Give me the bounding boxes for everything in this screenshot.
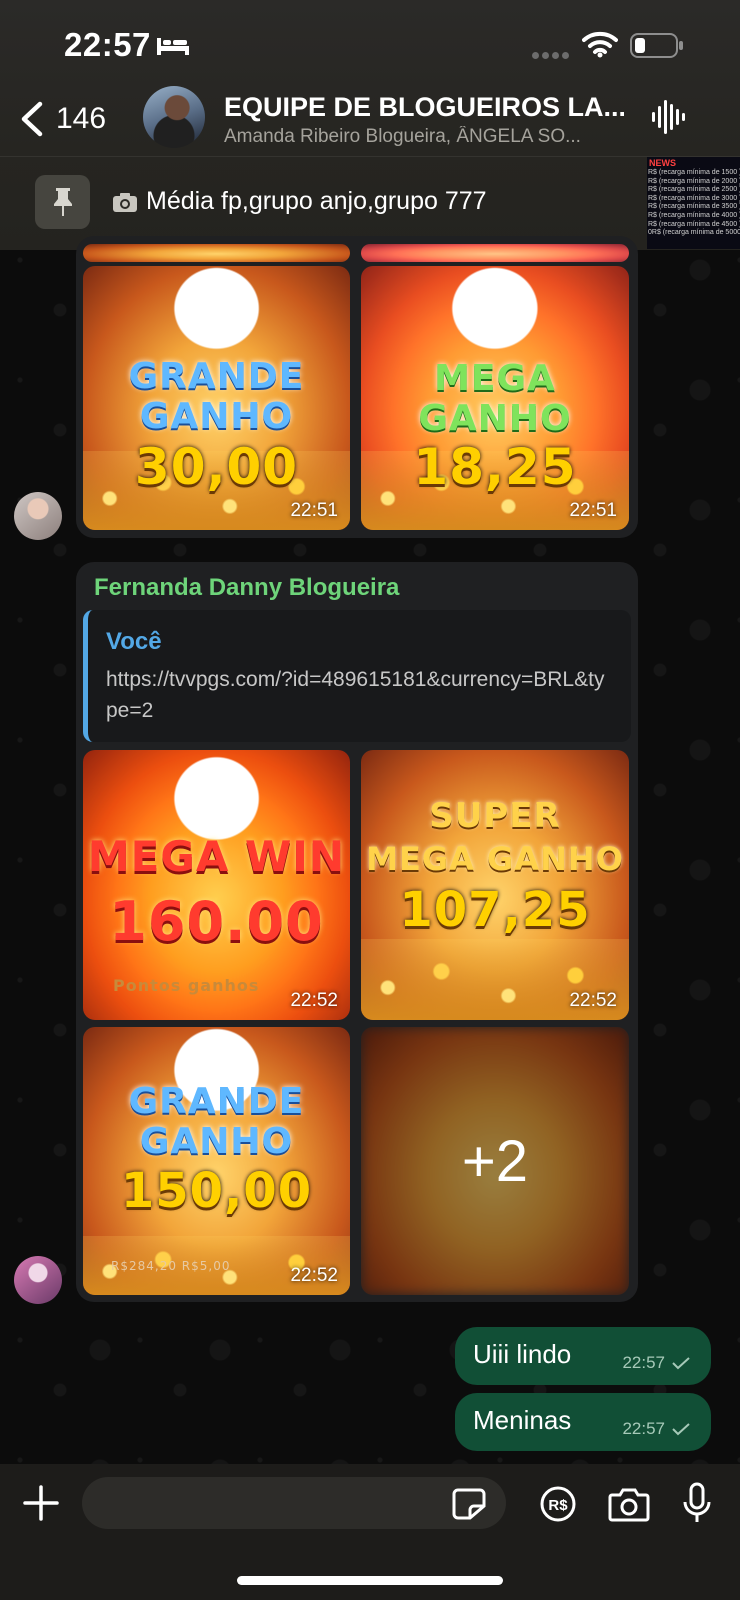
media-thumb[interactable]: GRANDE GANHO 150,00 R$284,20 R$5,00 22:5… xyxy=(83,1027,350,1295)
header-nav: 146 EQUIPE DE BLOGUEIROS LA... Amanda Ri… xyxy=(0,86,740,152)
media-album-bubble: GRANDE GANHO 30,00 22:51 MEGA GANHO 18,2… xyxy=(76,236,638,538)
status-bar: 22:57 xyxy=(0,0,740,90)
media-thumb[interactable]: MEGA GANHO 18,25 22:51 xyxy=(361,266,629,530)
reply-album-bubble: Fernanda Danny Blogueira Você https://tv… xyxy=(76,562,638,1302)
message-text: Uiii lindo xyxy=(473,1339,572,1369)
sender-name[interactable]: Fernanda Danny Blogueira xyxy=(94,574,399,602)
thumb-title: NEWS xyxy=(649,158,676,168)
check-icon xyxy=(672,1357,690,1370)
media-time: 22:52 xyxy=(290,990,338,1011)
outgoing-message[interactable]: Uiii lindo 22:57 xyxy=(455,1327,711,1385)
wifi-icon xyxy=(582,31,618,58)
media-thumb-more[interactable]: +2 xyxy=(361,1027,629,1295)
home-indicator[interactable] xyxy=(237,1576,503,1585)
quoted-message[interactable]: Você https://tvvpgs.com/?id=489615181&cu… xyxy=(83,610,631,742)
media-thumb[interactable]: GRANDE GANHO 30,00 22:51 xyxy=(83,266,350,530)
pinned-message-bar[interactable]: Média fp,grupo anjo,grupo 777 NEWS R$ (r… xyxy=(0,156,740,249)
pinned-thumbnail: NEWS R$ (recarga mínima de 1500 ) R$ (re… xyxy=(647,157,740,249)
sticker-icon[interactable] xyxy=(452,1488,486,1520)
camera-icon[interactable] xyxy=(608,1486,650,1522)
camera-icon xyxy=(113,192,137,212)
message-time: 22:57 xyxy=(622,1353,665,1372)
media-time: 22:51 xyxy=(569,500,617,521)
status-time: 22:57 xyxy=(64,26,151,63)
check-icon xyxy=(672,1423,690,1436)
sender-avatar[interactable] xyxy=(14,492,62,540)
message-text: Meninas xyxy=(473,1405,572,1435)
bed-icon xyxy=(157,38,189,55)
message-input[interactable] xyxy=(82,1477,506,1529)
cellular-signal-icon xyxy=(532,46,572,59)
media-time: 22:52 xyxy=(569,990,617,1011)
media-thumb[interactable]: SUPER MEGA GANHO 107,25 22:52 xyxy=(361,750,629,1020)
battery-icon xyxy=(630,33,683,58)
group-avatar[interactable] xyxy=(143,86,205,148)
message-time: 22:57 xyxy=(622,1419,665,1438)
chevron-left-icon xyxy=(21,101,43,137)
pinned-text: Média fp,grupo anjo,grupo 777 xyxy=(112,187,487,216)
media-time: 22:52 xyxy=(290,1265,338,1286)
media-thumb[interactable]: MEGA WIN 160.00 Pontos ganhos 22:52 xyxy=(83,750,350,1020)
plus-icon[interactable] xyxy=(22,1484,60,1522)
chat-header: 22:57 146 EQUIPE DE BLOGUEIROS LA... Ama… xyxy=(0,0,740,250)
message-meta: 22:57 xyxy=(622,1353,691,1373)
outgoing-message[interactable]: Meninas 22:57 xyxy=(455,1393,711,1451)
media-time: 22:51 xyxy=(290,500,338,521)
unread-count: 146 xyxy=(56,102,107,135)
pin-icon xyxy=(35,175,90,229)
media-thumb[interactable] xyxy=(83,244,350,262)
back-button[interactable]: 146 xyxy=(18,96,118,142)
message-meta: 22:57 xyxy=(622,1419,691,1439)
pix-icon[interactable]: R$ xyxy=(540,1486,576,1522)
quoted-sender: Você xyxy=(106,628,162,655)
audio-wave-icon[interactable] xyxy=(650,98,686,136)
group-members[interactable]: Amanda Ribeiro Blogueira, ÂNGELA SO... xyxy=(224,126,624,148)
more-media-count: +2 xyxy=(461,1128,529,1194)
group-title[interactable]: EQUIPE DE BLOGUEIROS LA... xyxy=(224,92,624,123)
media-thumb[interactable] xyxy=(361,244,629,262)
quoted-link: https://tvvpgs.com/?id=489615181&currenc… xyxy=(106,668,605,722)
mic-icon[interactable] xyxy=(682,1482,712,1524)
sender-avatar[interactable] xyxy=(14,1256,62,1304)
svg-text:R$: R$ xyxy=(548,1497,568,1514)
pinned-label: Média fp,grupo anjo,grupo 777 xyxy=(146,187,487,215)
